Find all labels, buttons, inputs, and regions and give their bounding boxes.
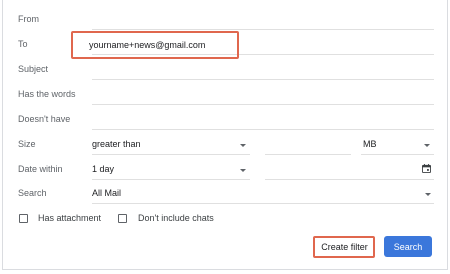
has-words-row: Has the words: [3, 85, 449, 107]
size-label: Size: [18, 139, 36, 149]
has-words-label: Has the words: [18, 89, 76, 99]
doesnt-have-row: Doesn't have: [3, 110, 449, 132]
has-attachment-checkbox[interactable]: [19, 214, 28, 223]
date-within-value: 1 day: [92, 164, 115, 174]
date-within-label: Date within: [18, 164, 63, 174]
calendar-icon[interactable]: [422, 164, 431, 173]
chevron-down-icon: [425, 193, 431, 196]
size-operator-select[interactable]: greater than: [92, 135, 250, 157]
subject-label: Subject: [18, 64, 49, 74]
has-attachment-label: Has attachment: [38, 213, 102, 223]
search-label: Search: [18, 188, 47, 198]
has-words-input[interactable]: [92, 85, 434, 107]
dont-include-chats-checkbox[interactable]: [118, 214, 127, 223]
chevron-down-icon: [240, 169, 246, 172]
doesnt-have-label: Doesn't have: [18, 114, 71, 124]
from-input[interactable]: [92, 10, 434, 32]
dont-include-chats-label: Don't include chats: [138, 213, 214, 223]
to-label: To: [18, 39, 28, 49]
search-scope-value: All Mail: [92, 188, 122, 198]
chevron-down-icon: [240, 144, 246, 147]
date-within-row: Date within 1 day: [3, 160, 449, 182]
size-unit-select[interactable]: MB: [361, 135, 434, 157]
from-label: From: [18, 14, 39, 24]
size-value-input[interactable]: [265, 135, 351, 157]
search-row: Search All Mail: [3, 184, 449, 206]
date-within-select[interactable]: 1 day: [92, 160, 250, 182]
subject-row: Subject: [3, 60, 449, 82]
size-row: Size greater than MB: [3, 135, 449, 157]
size-unit-value: MB: [363, 139, 377, 149]
subject-input[interactable]: [92, 60, 434, 82]
chevron-down-icon: [424, 144, 430, 147]
to-value: yourname+news@gmail.com: [89, 40, 206, 50]
create-filter-button[interactable]: Create filter: [317, 239, 372, 255]
from-row: From: [3, 10, 449, 32]
size-operator-value: greater than: [92, 139, 141, 149]
doesnt-have-input[interactable]: [92, 110, 434, 132]
search-button[interactable]: Search: [384, 236, 432, 257]
search-scope-select[interactable]: All Mail: [92, 184, 434, 206]
date-input[interactable]: [265, 160, 434, 182]
